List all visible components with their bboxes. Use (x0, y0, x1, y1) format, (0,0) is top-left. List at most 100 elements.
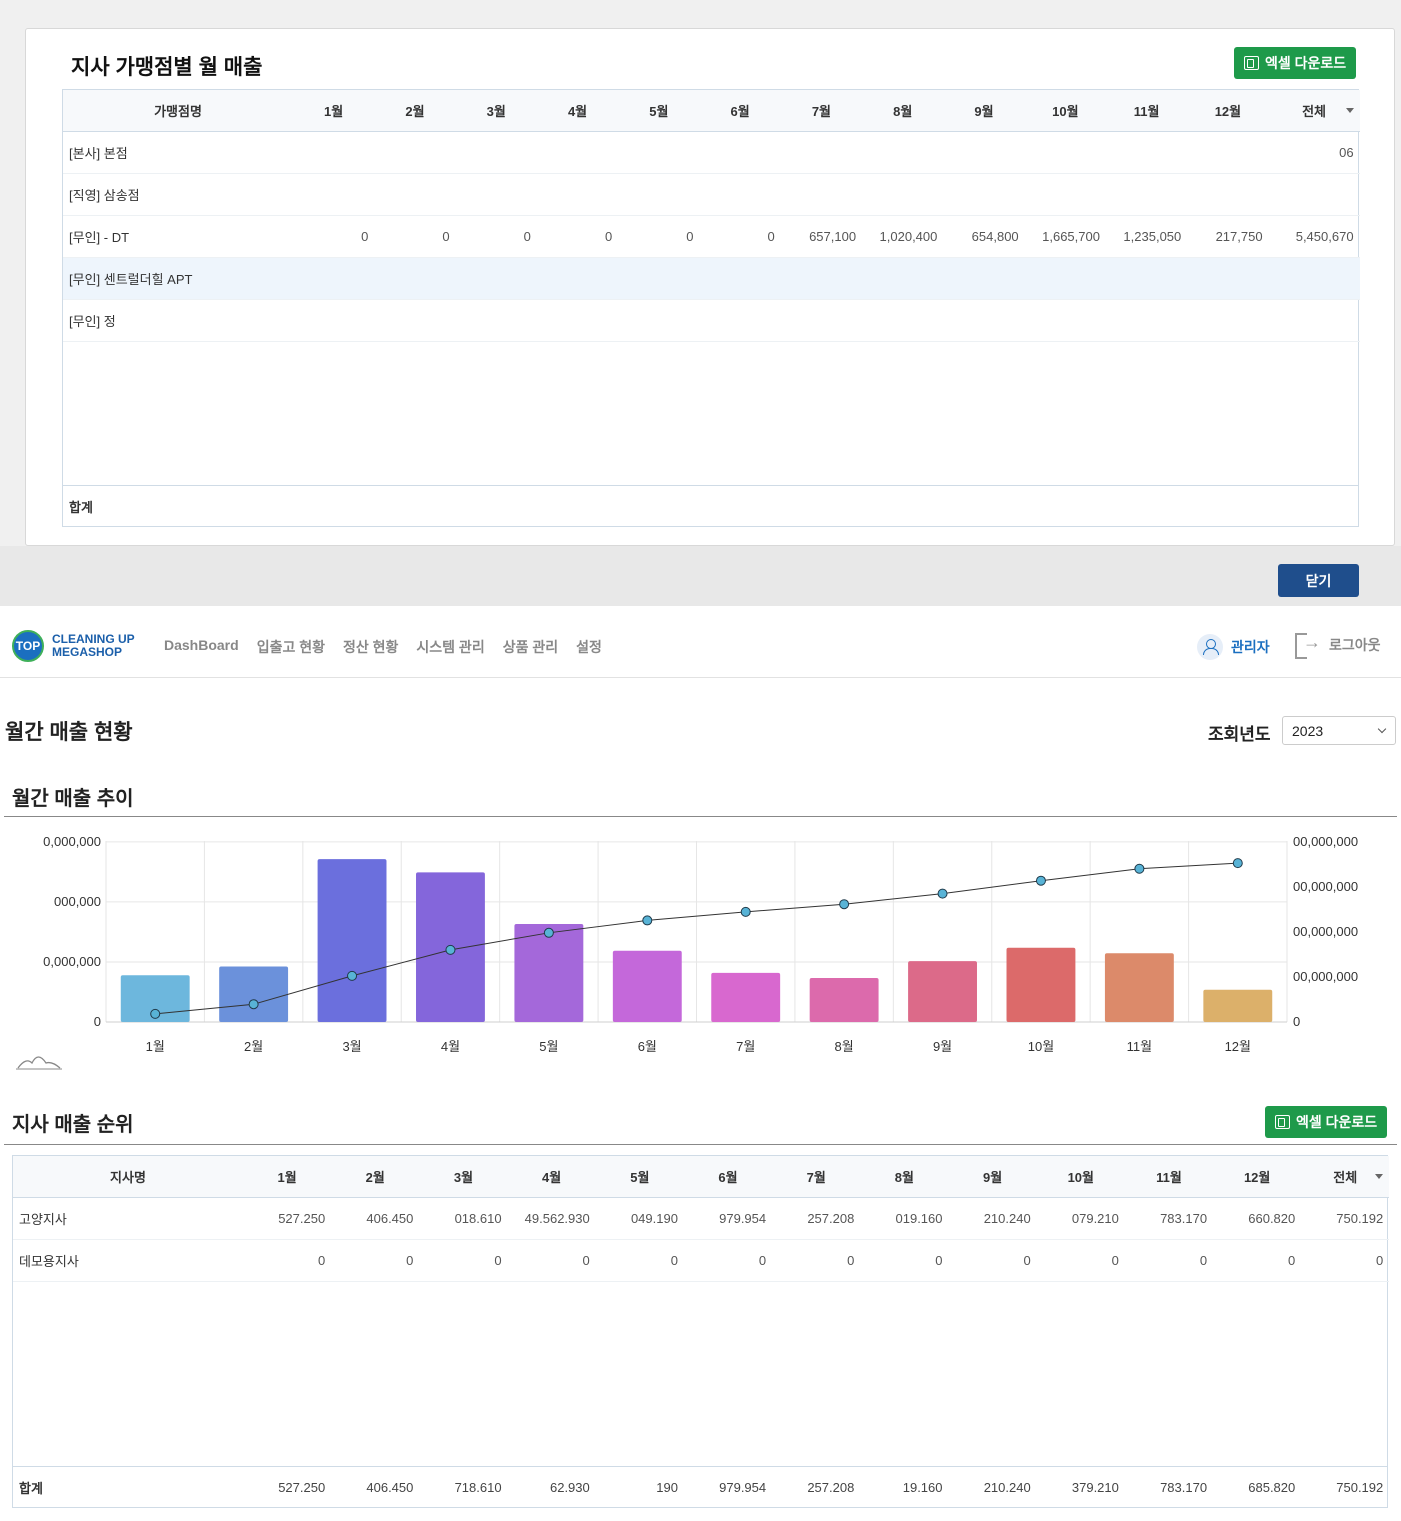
total-value (781, 486, 862, 526)
row-value: 406.450 (331, 1197, 420, 1240)
col-header[interactable]: 8월 (862, 90, 944, 132)
x-tick-label: 6월 (638, 1039, 657, 1054)
sort-caret-icon[interactable] (1375, 1174, 1384, 1179)
line-point-5 (543, 927, 554, 938)
col-header[interactable]: 10월 (1036, 1156, 1125, 1198)
total-value (537, 486, 618, 526)
col-header[interactable]: 4월 (536, 90, 619, 132)
nav-item-settlement[interactable]: 정산 현황 (343, 637, 398, 657)
nav-item-settings[interactable]: 설정 (576, 637, 602, 657)
row-value: 019.160 (860, 1197, 949, 1240)
row-value (1105, 173, 1188, 216)
modal-title: 지사 가맹점별 월 매출 (71, 56, 263, 79)
table-row[interactable]: 고양지사 527.250 406.450 018.610 49.562.930 049.1… (13, 1197, 1390, 1240)
col-header[interactable]: 7월 (772, 1156, 861, 1198)
year-select[interactable]: 2023 (1282, 716, 1396, 745)
row-value (455, 173, 537, 216)
row-value: 257.208 (772, 1197, 861, 1240)
col-header[interactable]: 8월 (860, 1156, 949, 1198)
logo-text: CLEANING UP MEGASHOP (52, 633, 135, 659)
row-value (1024, 173, 1106, 216)
col-header[interactable]: 2월 (374, 90, 456, 132)
col-header[interactable]: 11월 (1105, 90, 1188, 132)
row-value (943, 257, 1025, 300)
line-point-9 (937, 888, 948, 899)
y-tick-right: 00,000,000 (1293, 879, 1358, 894)
row-value (780, 257, 863, 300)
close-button[interactable]: 닫기 (1278, 564, 1359, 597)
col-header-total[interactable]: 전체 (1301, 1156, 1390, 1198)
logout-button[interactable]: 로그아웃 (1295, 632, 1381, 659)
col-header[interactable]: 3월 (455, 90, 537, 132)
row-value: 0 (860, 1239, 949, 1282)
col-header[interactable]: 12월 (1213, 1156, 1302, 1198)
modal-excel-download-button[interactable]: 엑셀 다운로드 (1234, 47, 1357, 79)
col-header-total[interactable]: 전체 (1268, 90, 1360, 132)
row-value (780, 173, 863, 216)
ranking-excel-download-button[interactable]: 엑셀 다운로드 (1265, 1106, 1388, 1138)
user-menu[interactable]: 관리자 (1197, 634, 1270, 660)
table-row[interactable]: [무인] - DT 0 0 0 0 0 0 657,100 1,020,400 654,800 1,… (63, 215, 1360, 258)
row-name: [본사] 본점 (63, 131, 293, 174)
table-row[interactable]: [본사] 본점 06 (63, 131, 1360, 174)
row-value (536, 173, 619, 216)
row-value (1105, 257, 1188, 300)
col-header[interactable]: 12월 (1187, 90, 1269, 132)
row-value (862, 299, 944, 342)
total-value: 783.170 (1160, 1479, 1208, 1495)
sort-caret-icon[interactable] (1345, 108, 1354, 113)
branch-ranking-table: 지사명 1월 2월 3월 4월 5월 6월 7월 8월 9월 10월 11월 1… (12, 1155, 1390, 1508)
row-value: 0 (1036, 1239, 1125, 1282)
row-value (1105, 299, 1188, 342)
row-value (1268, 173, 1360, 216)
row-value: 0 (699, 215, 781, 258)
col-header[interactable]: 9월 (943, 90, 1025, 132)
main-menu: DashBoard 입출고 현황 정산 현황 시스템 관리 상품 관리 설정 (164, 637, 602, 657)
col-header[interactable]: 5월 (595, 1156, 684, 1198)
nav-item-inout[interactable]: 입출고 현황 (257, 637, 325, 657)
total-value (1025, 486, 1106, 526)
col-header[interactable]: 5월 (618, 90, 700, 132)
ranking-section-title: 지사 매출 순위 (12, 1114, 134, 1136)
modal-excel-download-label: 엑셀 다운로드 (1265, 55, 1347, 71)
row-value (374, 299, 456, 342)
col-header[interactable]: 가맹점명 (63, 90, 293, 132)
line-point-4 (445, 944, 456, 955)
total-label: 합계 (19, 1480, 43, 1496)
col-header[interactable]: 3월 (419, 1156, 508, 1198)
col-header[interactable]: 지사명 (13, 1156, 243, 1198)
row-value (536, 257, 619, 300)
total-value: 750.192 (1336, 1479, 1384, 1495)
line-point-6 (642, 915, 653, 926)
nav-item-system[interactable]: 시스템 관리 (416, 637, 484, 657)
col-header[interactable]: 1월 (293, 90, 375, 132)
row-value: 783.170 (1124, 1197, 1214, 1240)
section-divider (4, 816, 1397, 817)
franchise-sales-modal: 지사 가맹점별 월 매출 엑셀 다운로드 가맹점명 1월 2월 3월 4월 5월… (25, 28, 1395, 546)
y-tick-right: 0 (1293, 1014, 1300, 1029)
table-row[interactable]: 데모용지사 0 0 0 0 0 0 0 0 0 0 0 0 0 (13, 1239, 1390, 1282)
y-tick-right: 00,000,000 (1293, 924, 1358, 939)
col-header[interactable]: 4월 (507, 1156, 596, 1198)
col-header[interactable]: 10월 (1024, 90, 1106, 132)
excel-icon (1244, 56, 1259, 70)
row-value (862, 131, 944, 174)
brand-logo[interactable]: TOP CLEANING UP MEGASHOP (12, 630, 135, 662)
col-header[interactable]: 2월 (331, 1156, 420, 1198)
row-value: 0 (243, 1239, 332, 1282)
nav-item-dashboard[interactable]: DashBoard (164, 637, 239, 657)
total-value: 406.450 (366, 1479, 414, 1495)
row-value (536, 299, 619, 342)
col-header[interactable]: 1월 (243, 1156, 332, 1198)
table-row[interactable]: [무인] 센트럴더힐 APT (63, 257, 1360, 300)
col-header[interactable]: 7월 (780, 90, 863, 132)
nav-item-products[interactable]: 상품 관리 (503, 637, 558, 657)
col-header[interactable]: 9월 (948, 1156, 1037, 1198)
col-header[interactable]: 6월 (699, 90, 781, 132)
row-value: 0 (1124, 1239, 1214, 1282)
table-row[interactable]: [무인] 정 (63, 299, 1360, 342)
col-header[interactable]: 11월 (1124, 1156, 1214, 1198)
col-header[interactable]: 6월 (683, 1156, 773, 1198)
table-row[interactable]: [직영] 삼송점 (63, 173, 1360, 216)
row-value: 979.954 (683, 1197, 773, 1240)
